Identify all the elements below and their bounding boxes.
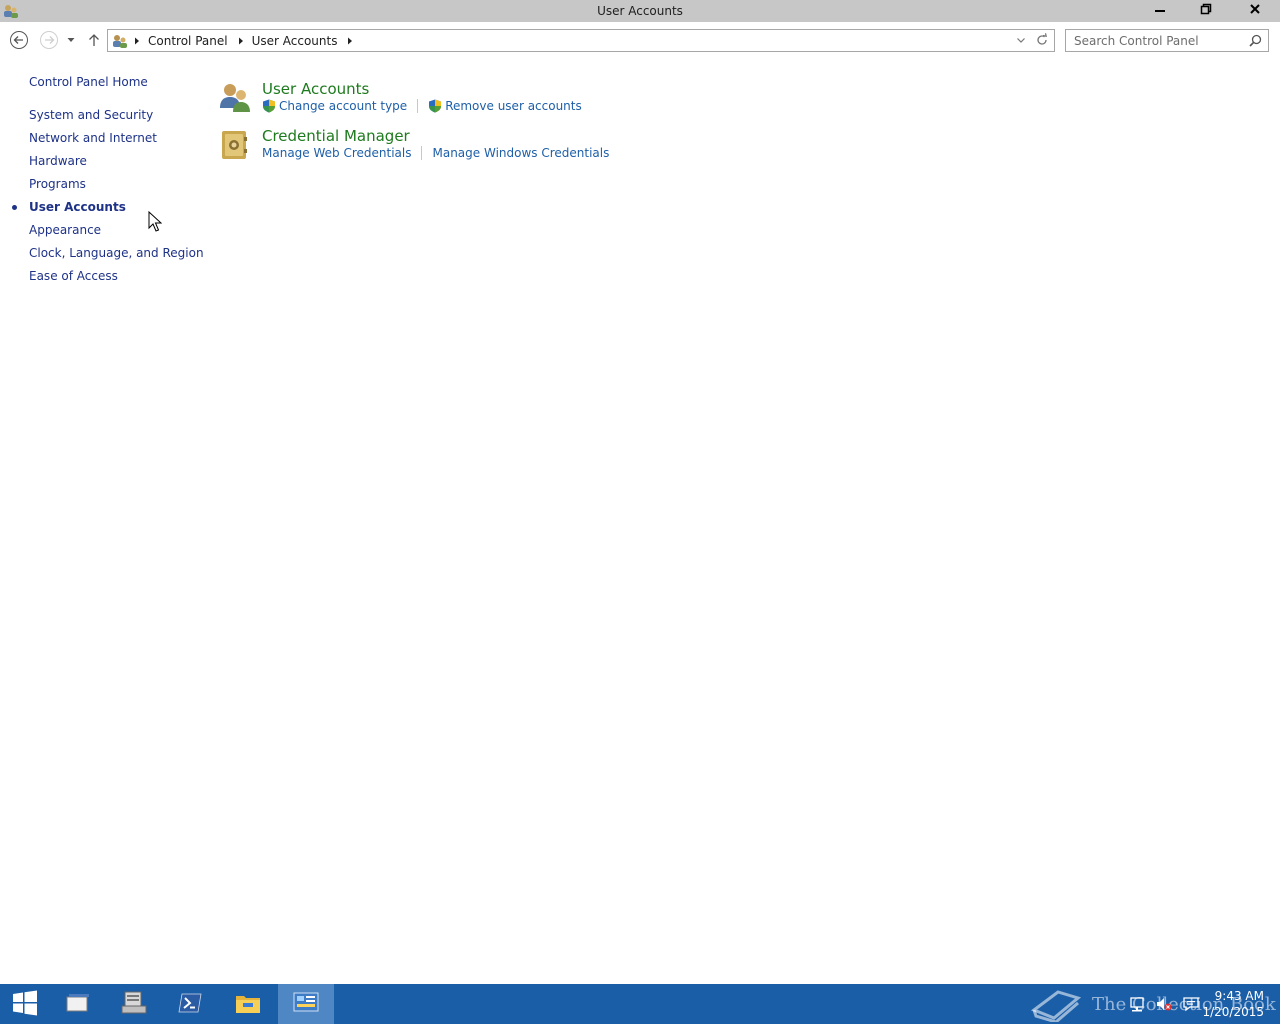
clock-date: 1/20/2015 (1202, 1005, 1264, 1019)
sidebar-item-hardware[interactable]: Hardware (29, 154, 87, 168)
address-history-chevron-icon[interactable] (1016, 34, 1026, 49)
refresh-icon[interactable] (1035, 33, 1049, 50)
sidebar-item-clock-language-region[interactable]: Clock, Language, and Region (29, 246, 204, 260)
current-item-bullet (12, 205, 17, 210)
control-panel-icon (112, 33, 130, 49)
powershell-icon (178, 993, 202, 1016)
control-panel-home-link[interactable]: Control Panel Home (29, 75, 148, 89)
start-icon (12, 990, 38, 1019)
restore-button[interactable] (1183, 0, 1229, 20)
back-arrow-icon (9, 30, 29, 53)
search-icon[interactable] (1249, 34, 1262, 50)
clock-time: 9:43 AM (1214, 989, 1264, 1003)
taskbar-task-view[interactable] (50, 984, 106, 1024)
breadcrumb: Control Panel User Accounts (112, 33, 357, 49)
forward-arrow-icon (39, 30, 59, 53)
server-manager-icon (121, 991, 147, 1018)
sidebar-item-programs[interactable]: Programs (29, 177, 86, 191)
start-button[interactable] (0, 984, 50, 1024)
taskbar-server-manager[interactable] (106, 984, 162, 1024)
uac-shield-icon (262, 99, 276, 113)
remove-user-accounts-link[interactable]: Remove user accounts (445, 99, 582, 113)
breadcrumb-control-panel[interactable]: Control Panel (148, 34, 228, 48)
user-accounts-tasks: Change account type Remove user accounts (262, 99, 582, 113)
chevron-down-icon (66, 34, 76, 48)
mouse-pointer-icon (148, 210, 163, 236)
system-tray (1128, 984, 1200, 1024)
up-button[interactable] (83, 30, 105, 52)
close-icon (1249, 3, 1261, 18)
sidebar-item-system-and-security[interactable]: System and Security (29, 108, 153, 122)
address-bar[interactable]: Control Panel User Accounts (107, 29, 1055, 52)
link-divider (417, 99, 419, 113)
navigation-bar: Control Panel User Accounts (0, 22, 1280, 60)
back-button[interactable] (8, 30, 30, 52)
recent-locations-button[interactable] (61, 30, 81, 52)
breadcrumb-arrow-icon[interactable] (234, 34, 248, 48)
taskbar: The Collection Book 9:43 AM 1/20/2015 (0, 984, 1280, 1024)
forward-button[interactable] (38, 30, 60, 52)
sidebar-item-user-accounts[interactable]: User Accounts (29, 200, 126, 214)
breadcrumb-user-accounts[interactable]: User Accounts (252, 34, 338, 48)
action-center-icon[interactable] (1182, 996, 1200, 1012)
user-accounts-heading-link[interactable]: User Accounts (262, 80, 369, 98)
up-arrow-icon (87, 33, 101, 50)
task-view-icon (66, 993, 90, 1016)
window-title: User Accounts (597, 4, 683, 18)
control-panel-icon (293, 992, 319, 1017)
title-bar: User Accounts (0, 0, 1280, 22)
sidebar-item-ease-of-access[interactable]: Ease of Access (29, 269, 118, 283)
manage-web-credentials-link[interactable]: Manage Web Credentials (262, 146, 411, 160)
system-clock[interactable]: 9:43 AM 1/20/2015 (1202, 988, 1264, 1020)
book-logo-icon (1030, 986, 1082, 1022)
minimize-icon (1154, 3, 1166, 18)
link-divider (421, 146, 423, 160)
close-button[interactable] (1229, 0, 1280, 20)
uac-shield-icon (428, 99, 442, 113)
restore-icon (1200, 3, 1212, 18)
credential-manager-tasks: Manage Web Credentials Manage Windows Cr… (262, 146, 609, 160)
manage-windows-credentials-link[interactable]: Manage Windows Credentials (432, 146, 609, 160)
breadcrumb-arrow-icon[interactable] (130, 34, 144, 48)
breadcrumb-arrow-icon[interactable] (343, 34, 357, 48)
credential-manager-heading-link[interactable]: Credential Manager (262, 127, 410, 145)
search-input[interactable] (1066, 30, 1244, 51)
change-account-type-link[interactable]: Change account type (279, 99, 407, 113)
sidebar-item-appearance[interactable]: Appearance (29, 223, 101, 237)
users-icon[interactable] (218, 80, 252, 114)
taskbar-control-panel[interactable] (278, 984, 334, 1024)
taskbar-file-explorer[interactable] (220, 984, 276, 1024)
vault-icon[interactable] (218, 127, 252, 161)
sidebar-item-network-and-internet[interactable]: Network and Internet (29, 131, 157, 145)
network-icon[interactable] (1128, 996, 1146, 1012)
file-explorer-icon (235, 992, 261, 1017)
search-box (1065, 29, 1269, 52)
taskbar-powershell[interactable] (162, 984, 218, 1024)
minimize-button[interactable] (1137, 0, 1183, 20)
volume-muted-icon[interactable] (1156, 996, 1172, 1012)
